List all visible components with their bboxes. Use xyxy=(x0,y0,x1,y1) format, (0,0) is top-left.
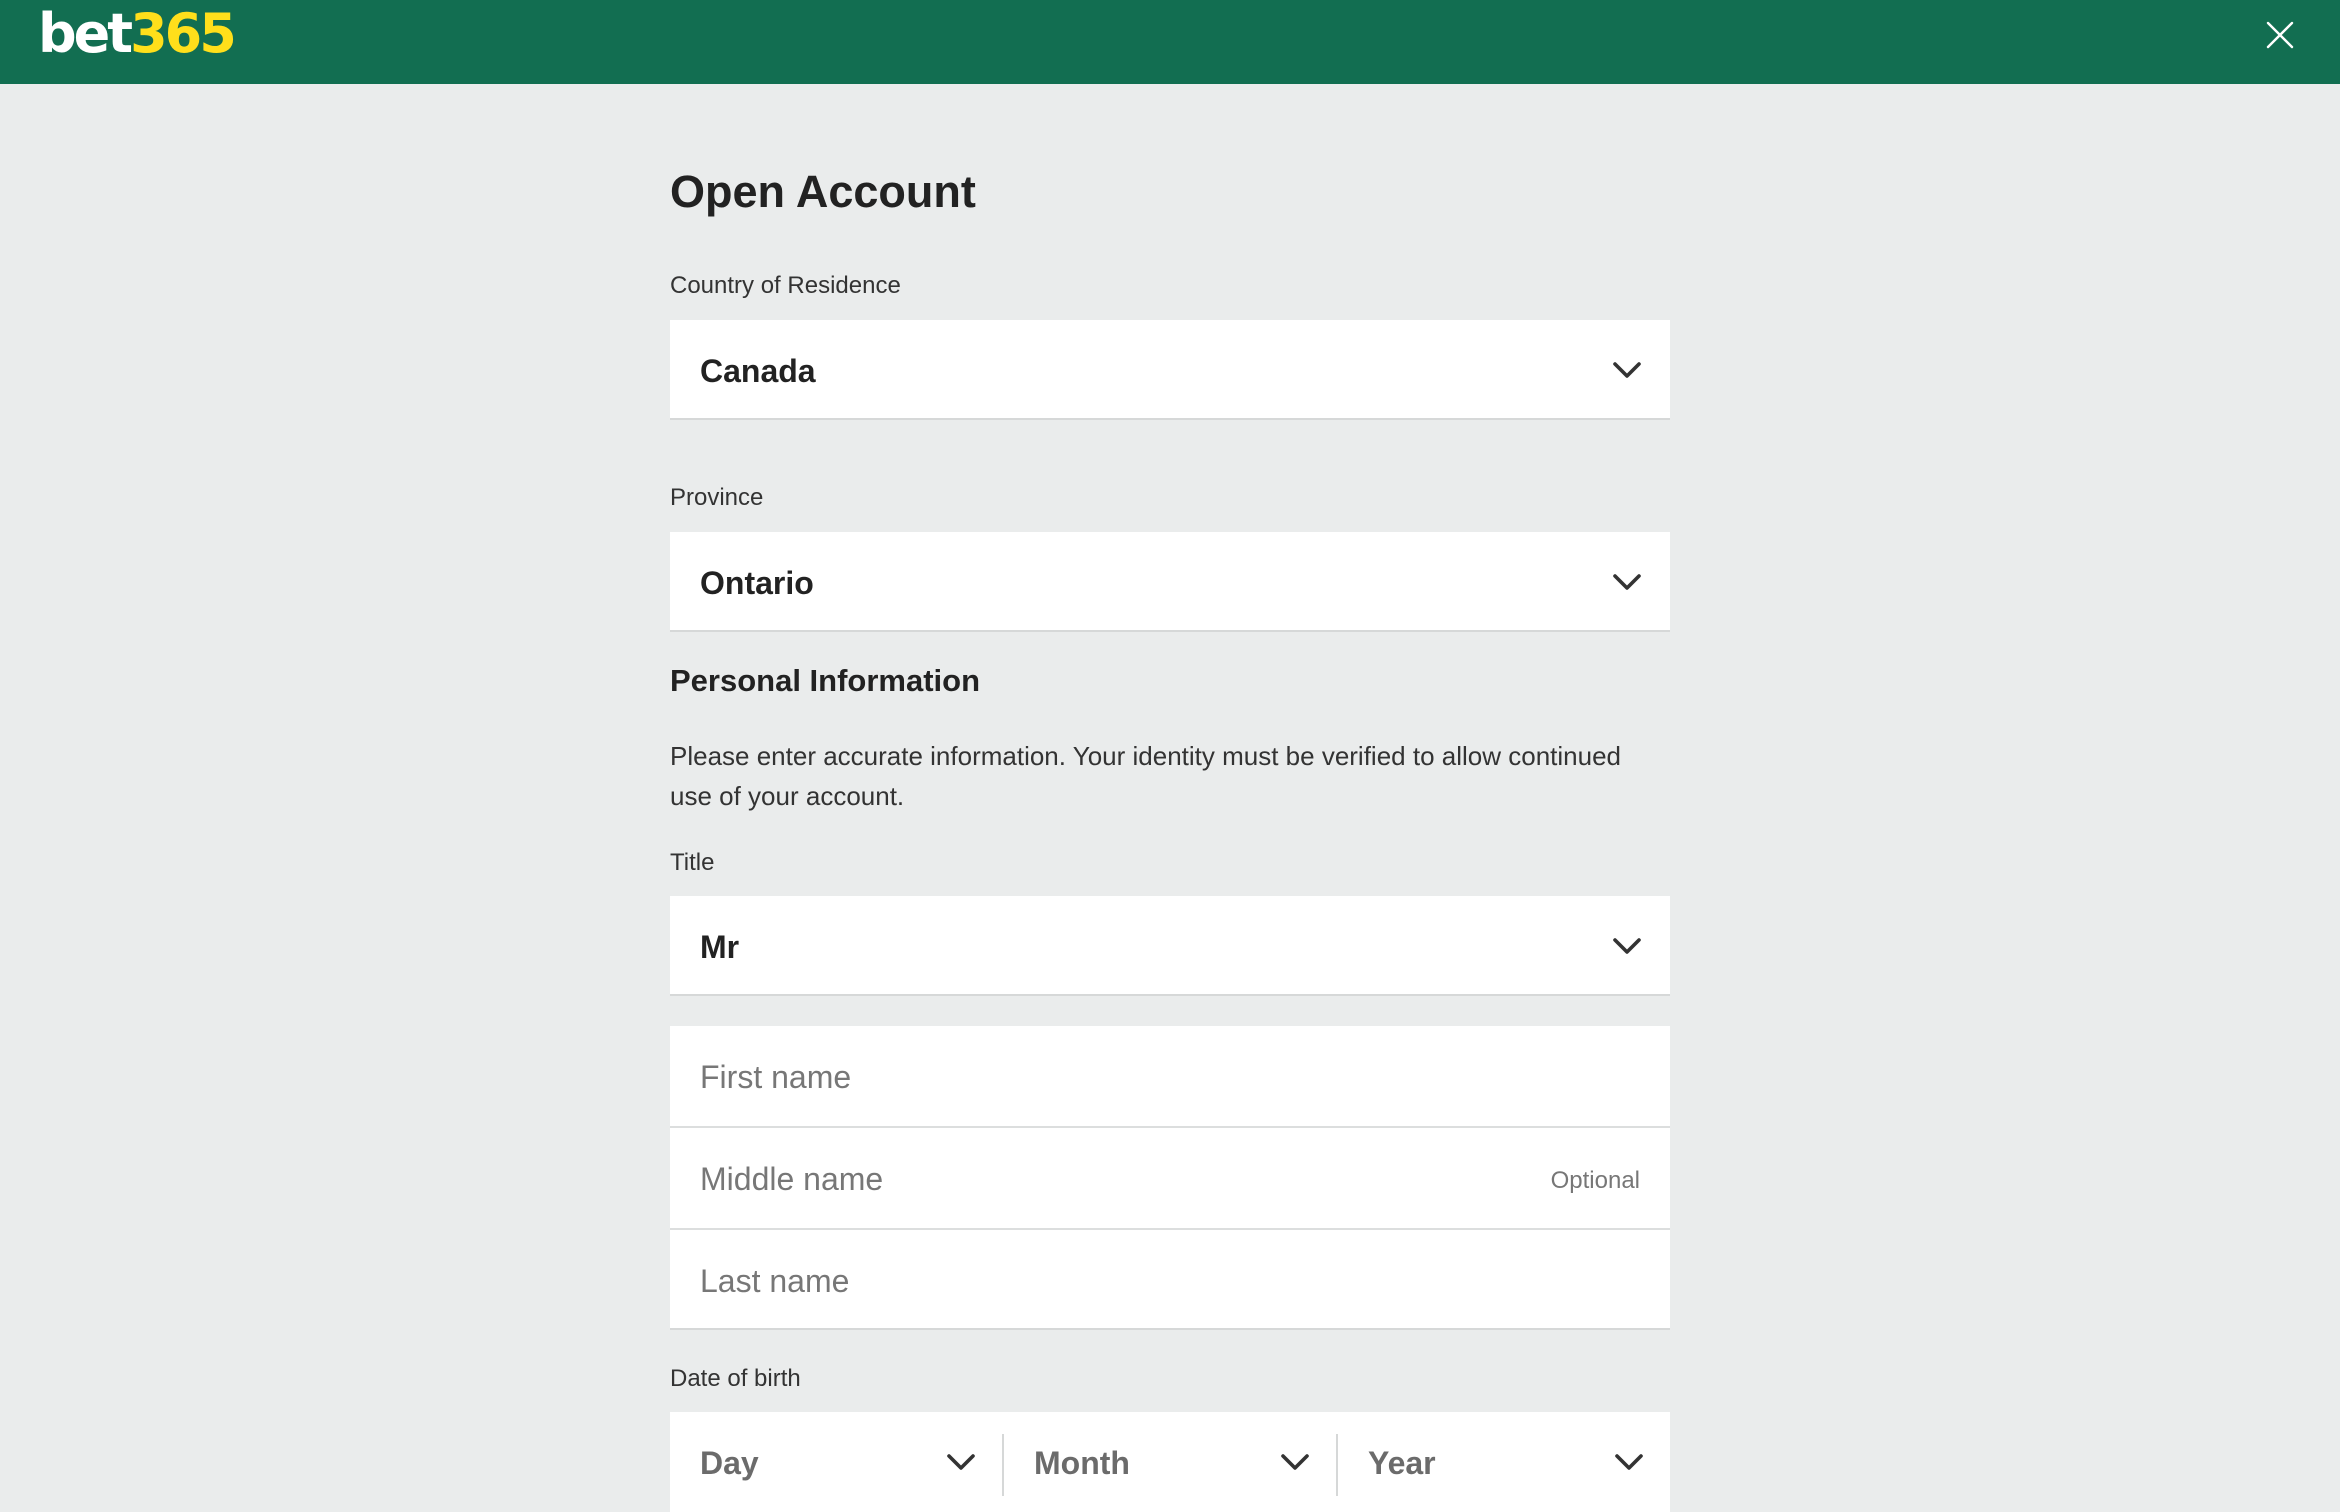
dob-day-select[interactable]: Day xyxy=(670,1412,1002,1512)
name-fields-group: First name Middle name Optional Last nam… xyxy=(670,1026,1670,1330)
province-value: Ontario xyxy=(700,565,814,601)
close-button[interactable] xyxy=(2262,17,2298,53)
dob-year-value: Year xyxy=(1368,1445,1436,1481)
first-name-placeholder: First name xyxy=(700,1059,852,1095)
title-select[interactable]: Mr xyxy=(670,896,1670,996)
personal-information-description: Please enter accurate information. Your … xyxy=(670,741,1621,811)
dob-year-select[interactable]: Year xyxy=(1338,1412,1670,1512)
middle-name-field[interactable]: Middle name Optional xyxy=(670,1128,1670,1228)
middle-name-placeholder: Middle name xyxy=(700,1161,884,1197)
chevron-down-icon xyxy=(1613,362,1641,378)
title-label: Title xyxy=(670,849,715,876)
date-of-birth-selects: Day Month Year xyxy=(670,1412,1670,1512)
first-name-field[interactable]: First name xyxy=(670,1026,1670,1126)
optional-label: Optional xyxy=(1550,1167,1640,1194)
close-icon xyxy=(2266,21,2294,49)
last-name-field[interactable]: Last name xyxy=(670,1230,1670,1330)
province-select[interactable]: Ontario xyxy=(670,532,1670,632)
dob-month-select[interactable]: Month xyxy=(1004,1412,1336,1512)
dob-label: Date of birth xyxy=(670,1365,801,1392)
chevron-down-icon xyxy=(1615,1454,1643,1470)
personal-information-heading: Personal Information xyxy=(670,663,981,698)
bet365-logo[interactable]: bet365 xyxy=(38,2,237,65)
dob-day-value: Day xyxy=(700,1445,759,1481)
chevron-down-icon xyxy=(1613,938,1641,954)
logo-text-365: 365 xyxy=(130,2,237,65)
chevron-down-icon xyxy=(1613,574,1641,590)
chevron-down-icon xyxy=(1281,1454,1309,1470)
country-value: Canada xyxy=(700,353,816,389)
country-label: Country of Residence xyxy=(670,272,901,299)
province-label: Province xyxy=(670,484,764,511)
top-bar: bet365 xyxy=(0,0,2340,84)
title-value: Mr xyxy=(700,929,740,965)
country-select[interactable]: Canada xyxy=(670,320,1670,420)
chevron-down-icon xyxy=(947,1454,975,1470)
last-name-placeholder: Last name xyxy=(700,1263,850,1299)
logo-text-bet: bet xyxy=(38,2,133,65)
page-title: Open Account xyxy=(670,166,976,217)
dob-month-value: Month xyxy=(1034,1445,1130,1481)
